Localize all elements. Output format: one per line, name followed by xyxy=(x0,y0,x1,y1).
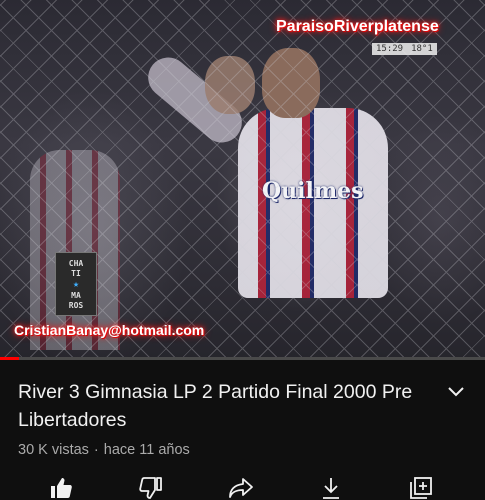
clock-time: 15:29 xyxy=(376,44,404,54)
tv-channel-logo: CHA TI ★ MA ROS xyxy=(55,252,97,316)
video-player[interactable]: Quilmes CHA TI ★ MA ROS ParaisoRiverplat… xyxy=(0,0,485,360)
video-title[interactable]: River 3 Gimnasia LP 2 Partido Final 2000… xyxy=(18,378,428,434)
channel-logo-line: MA xyxy=(71,290,81,300)
channel-logo-line: ROS xyxy=(68,300,84,310)
video-details: River 3 Gimnasia LP 2 Partido Final 2000… xyxy=(0,360,485,500)
like-button[interactable] xyxy=(48,476,74,500)
expand-description-button[interactable] xyxy=(444,382,468,402)
share-button[interactable] xyxy=(228,476,254,500)
like-icon xyxy=(51,478,72,498)
video-metadata: 30 K vistas · hace 11 años xyxy=(18,442,190,458)
dislike-icon xyxy=(139,477,162,499)
action-bar xyxy=(0,476,485,500)
download-button[interactable] xyxy=(318,476,344,500)
channel-logo-line: TI xyxy=(71,268,81,278)
clock-temperature: 18°1 xyxy=(411,44,433,54)
share-icon xyxy=(229,478,253,498)
download-icon xyxy=(323,478,339,499)
save-to-playlist-icon xyxy=(410,477,432,499)
upload-age: hace 11 años xyxy=(103,442,190,458)
view-count: 30 K vistas xyxy=(18,442,89,458)
meta-separator: · xyxy=(93,442,99,458)
dislike-button[interactable] xyxy=(138,476,164,500)
channel-watermark: ParaisoRiverplatense xyxy=(276,18,439,35)
channel-logo-line: CHA xyxy=(68,258,84,268)
chevron-down-icon xyxy=(448,387,464,397)
star-icon: ★ xyxy=(72,278,80,290)
broadcast-clock: 15:29 18°1 xyxy=(372,43,437,55)
email-overlay: CristianBanay@hotmail.com xyxy=(14,322,205,338)
save-button[interactable] xyxy=(408,476,434,500)
